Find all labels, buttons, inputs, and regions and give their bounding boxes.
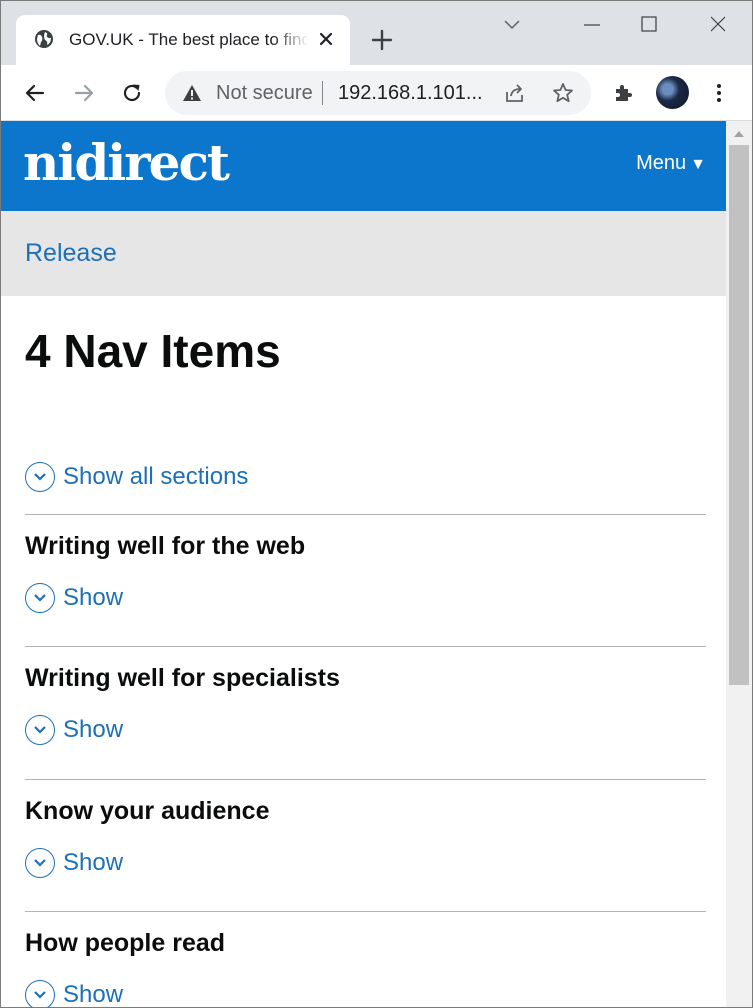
new-tab-icon[interactable]: [370, 28, 394, 52]
vertical-scrollbar[interactable]: [726, 121, 752, 1007]
menu-button[interactable]: Menu ▼: [636, 151, 706, 177]
maximize-icon[interactable]: [638, 13, 660, 35]
section-heading[interactable]: Writing well for the web: [25, 531, 305, 561]
tab-search-chevron-icon[interactable]: [501, 13, 523, 35]
accordion-section: How people read Show: [25, 911, 706, 1008]
page-viewport: nidirect Menu ▼ Release 4 Nav Items Show …: [1, 121, 726, 1008]
close-icon[interactable]: [316, 29, 336, 49]
chevron-down-circle-icon: [25, 462, 55, 492]
show-all-sections-button[interactable]: Show all sections: [25, 461, 248, 493]
section-show-button[interactable]: Show: [25, 847, 123, 879]
chevron-down-circle-icon: [25, 715, 55, 745]
breadcrumb-link-release[interactable]: Release: [25, 238, 117, 268]
breadcrumb: Release: [1, 211, 726, 296]
section-heading[interactable]: How people read: [25, 928, 225, 958]
show-label: Show: [63, 716, 124, 743]
show-label: Show: [63, 981, 124, 1008]
reload-icon[interactable]: [120, 81, 144, 105]
warning-icon[interactable]: [182, 83, 202, 103]
accordion-section: Writing well for the web Show: [25, 514, 706, 646]
browser-window: GOV.UK - The best place to find governme…: [0, 0, 753, 1008]
menu-triangle-icon: ▼: [690, 156, 706, 173]
site-header: nidirect Menu ▼: [1, 121, 726, 211]
minimize-icon[interactable]: [581, 13, 603, 35]
accordion-section: Writing well for specialists Show: [25, 646, 706, 779]
section-heading[interactable]: Writing well for specialists: [25, 663, 340, 693]
security-label[interactable]: Not secure: [216, 82, 312, 104]
show-all-label: Show all sections: [63, 463, 249, 490]
show-label: Show: [63, 849, 124, 876]
menu-label: Menu: [636, 152, 687, 174]
section-show-button[interactable]: Show: [25, 582, 123, 614]
scroll-up-arrow-icon[interactable]: [734, 131, 744, 137]
address-bar[interactable]: Not secure 192.168.1.101...: [165, 71, 591, 115]
page-title: 4 Nav Items: [25, 325, 281, 377]
more-vertical-icon[interactable]: [707, 81, 731, 105]
scrollbar-thumb[interactable]: [729, 145, 749, 685]
show-label: Show: [63, 584, 124, 611]
forward-arrow-icon[interactable]: [72, 81, 96, 105]
chevron-down-circle-icon: [25, 848, 55, 878]
browser-tab[interactable]: GOV.UK - The best place to find governme…: [16, 15, 350, 65]
share-icon[interactable]: [503, 81, 527, 105]
browser-toolbar: Not secure 192.168.1.101...: [1, 65, 752, 121]
tab-strip: GOV.UK - The best place to find governme…: [1, 1, 752, 65]
section-heading[interactable]: Know your audience: [25, 796, 269, 826]
omnibox-divider: [322, 81, 323, 105]
globe-icon: [35, 30, 53, 48]
extensions-puzzle-icon[interactable]: [612, 81, 636, 105]
bookmark-star-icon[interactable]: [551, 81, 575, 105]
url-text[interactable]: 192.168.1.101...: [338, 82, 488, 104]
profile-avatar[interactable]: [656, 76, 689, 109]
section-show-button[interactable]: Show: [25, 714, 123, 746]
nidirect-logo[interactable]: nidirect: [23, 131, 230, 195]
section-show-button[interactable]: Show: [25, 979, 124, 1008]
tab-title: GOV.UK - The best place to find governme…: [69, 30, 309, 49]
chevron-down-circle-icon: [25, 980, 55, 1007]
back-arrow-icon[interactable]: [23, 81, 47, 105]
accordion-section: Know your audience Show: [25, 779, 706, 911]
window-close-icon[interactable]: [707, 13, 729, 35]
chevron-down-circle-icon: [25, 583, 55, 613]
